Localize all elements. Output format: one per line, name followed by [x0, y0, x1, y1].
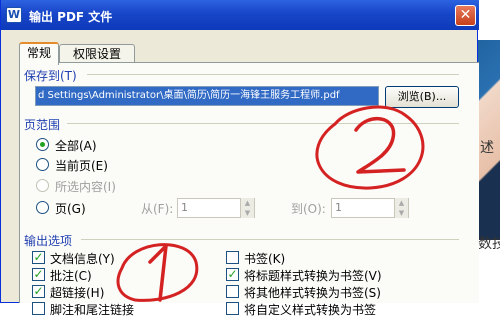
annotation-circle-2 — [315, 105, 425, 190]
footnote-links-label: 脚注和尾注链接 — [50, 303, 135, 317]
red-annotations — [116, 105, 425, 302]
checkbox-custom-styles-to-bookmarks[interactable] — [226, 302, 239, 315]
tab-general[interactable]: 常规 — [19, 42, 59, 65]
custom-styles-to-bookmarks-label: 将自定义样式转换为书签 — [244, 303, 377, 317]
annotation-circle-1 — [116, 243, 199, 302]
checkbox-footnote-links[interactable] — [32, 302, 45, 315]
